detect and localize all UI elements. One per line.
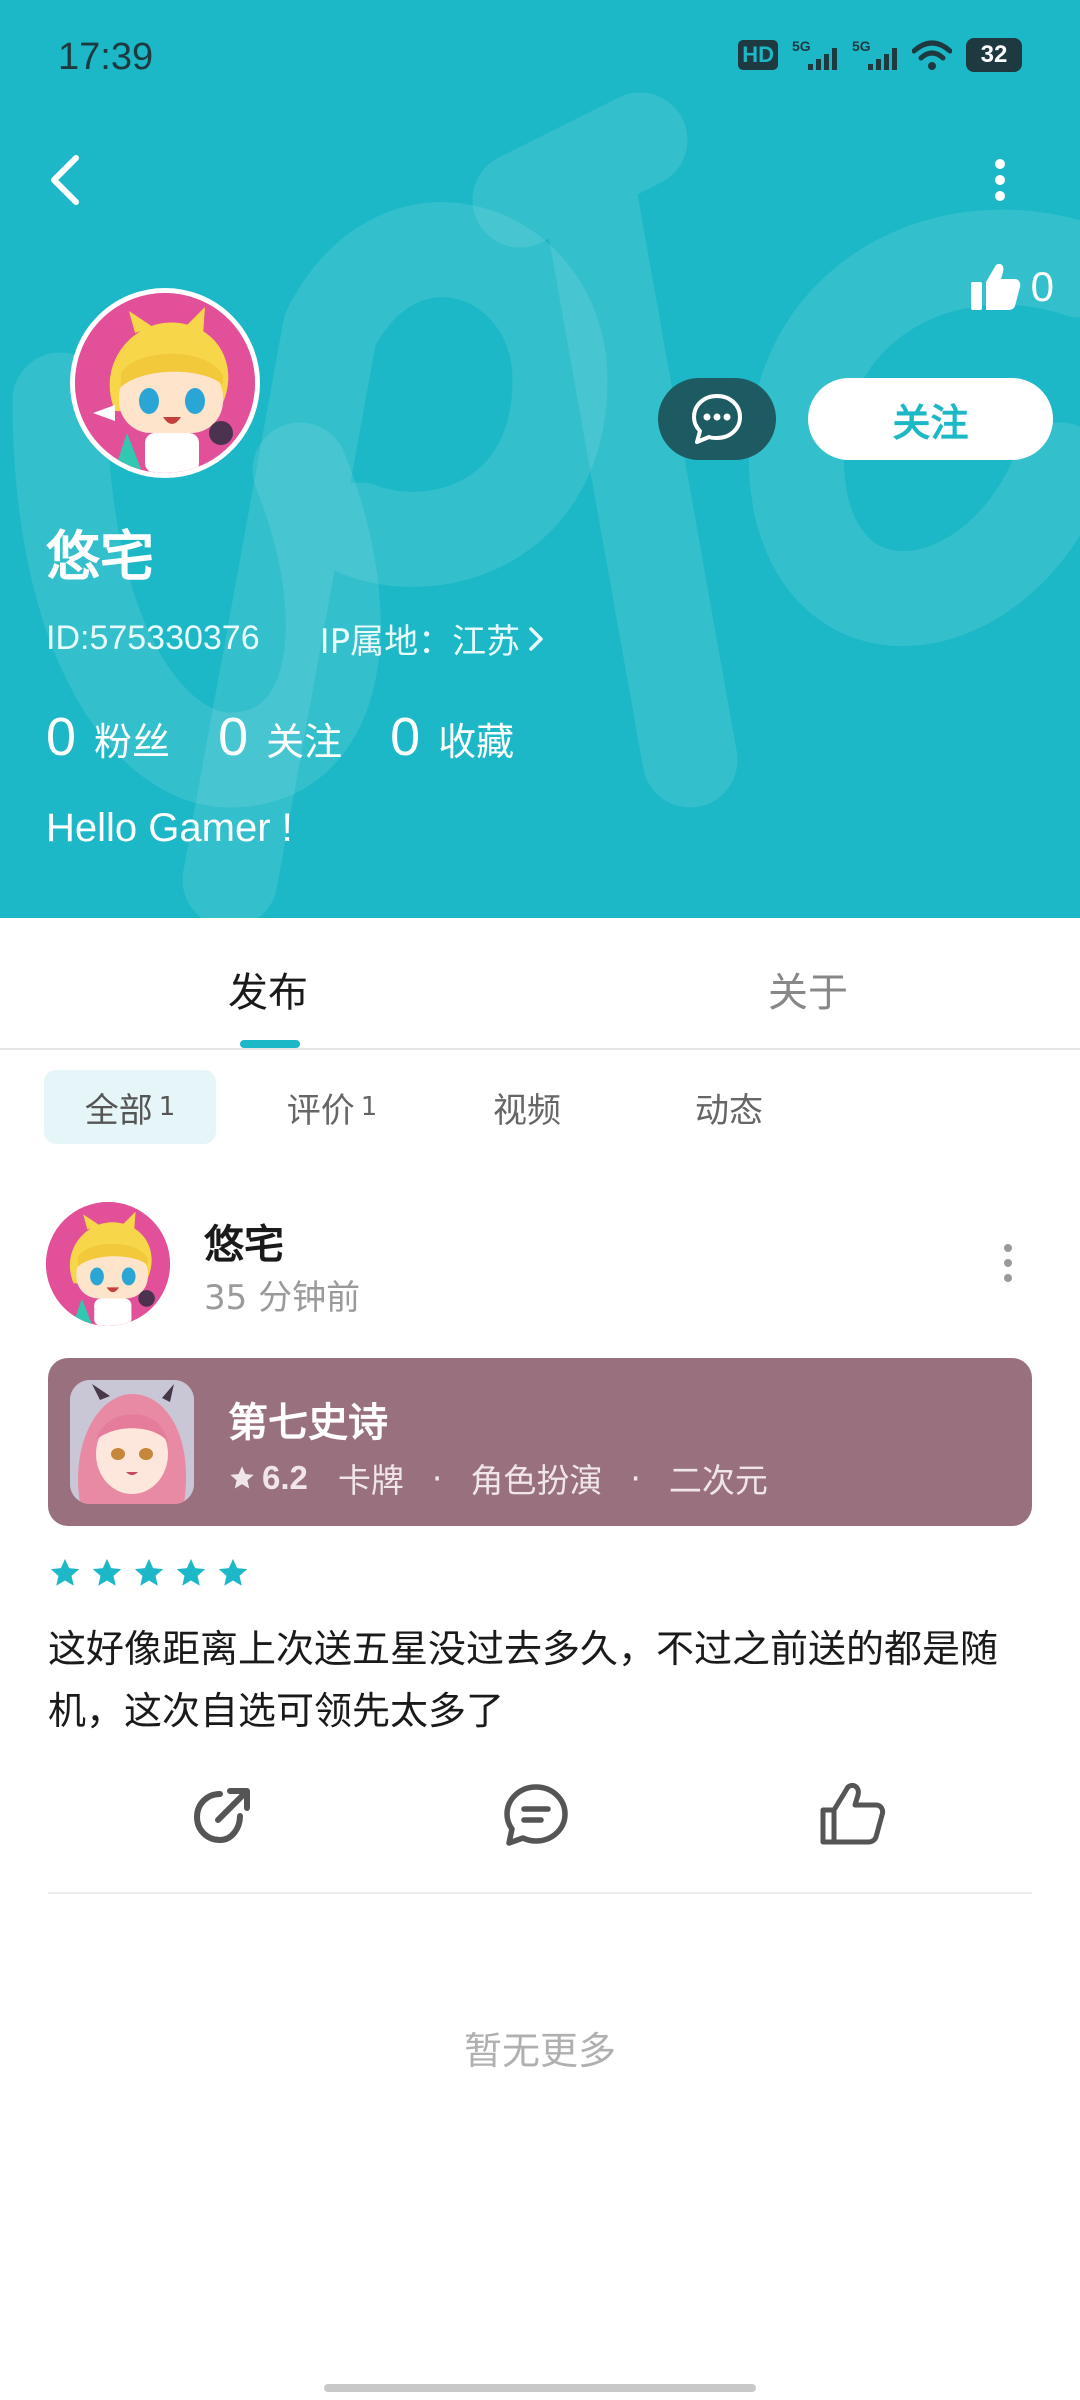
- star-icon: [176, 1558, 206, 1586]
- status-icons: HD 5G 5G 32: [738, 38, 1022, 72]
- ip-location-link[interactable]: IP属地：江苏: [320, 614, 545, 663]
- like-button[interactable]: [818, 1780, 888, 1850]
- status-time: 17:39: [58, 36, 154, 78]
- share-icon: [193, 1788, 250, 1844]
- filter-videos-label: 视频: [493, 1090, 561, 1131]
- chevron-right-icon: [529, 626, 543, 651]
- game-card[interactable]: 第七史诗 6.2 卡牌 · 角色扮演 · 二次元: [48, 1358, 1032, 1526]
- profile-header: 17:39 HD 5G 5G 32 0 关注 悠宅 ID:575330376 I…: [0, 0, 1080, 918]
- signal-5g-icon-2: 5G: [852, 38, 897, 70]
- profile-tabs: 发布 关于: [0, 918, 1080, 1050]
- filter-moments[interactable]: 动态: [674, 1070, 784, 1144]
- home-indicator[interactable]: [324, 2384, 756, 2392]
- profile-avatar[interactable]: [70, 288, 260, 478]
- stat-following-count: 0: [218, 707, 249, 767]
- stat-fans-count: 0: [46, 707, 77, 767]
- filter-all-count: 1: [158, 1092, 176, 1122]
- filter-reviews-label: 评价: [286, 1090, 355, 1131]
- avatar-image: [46, 1202, 170, 1326]
- game-meta: 6.2 卡牌 · 角色扮演 · 二次元: [228, 1454, 768, 1502]
- comment-icon: [504, 1784, 568, 1846]
- game-rating: 6.2: [262, 1459, 308, 1496]
- separator-dot: ·: [630, 1458, 641, 1498]
- star-icon: [92, 1558, 122, 1586]
- svg-text:5G: 5G: [852, 38, 871, 54]
- stat-fans-label: 粉丝: [94, 720, 171, 764]
- star-icon: [134, 1558, 164, 1586]
- ip-location-text: IP属地：江苏: [319, 622, 521, 662]
- more-vertical-icon: [1004, 1244, 1012, 1282]
- game-icon-image: [70, 1380, 194, 1504]
- chat-bubble-icon: [692, 394, 742, 444]
- stat-following-label: 关注: [266, 720, 343, 764]
- game-icon: [70, 1380, 194, 1504]
- review-star-rating: [48, 1556, 250, 1590]
- profile-meta: ID:575330376 IP属地：江苏: [46, 614, 544, 663]
- battery-indicator: 32: [966, 38, 1022, 72]
- stat-favorites-count: 0: [390, 707, 421, 767]
- post-divider: [48, 1892, 1032, 1894]
- filter-all-label: 全部: [84, 1090, 153, 1131]
- message-button[interactable]: [658, 378, 776, 460]
- more-vertical-icon: [995, 159, 1005, 201]
- stat-favorites[interactable]: 0 收藏: [390, 706, 514, 768]
- signal-5g-icon: 5G: [792, 38, 837, 70]
- post-content[interactable]: 这好像距离上次送五星没过去多久，不过之前送的都是随机，这次自选可领先太多了: [48, 1618, 1038, 1742]
- share-button[interactable]: [188, 1780, 258, 1850]
- star-icon: [230, 1466, 254, 1489]
- stat-fans[interactable]: 0 粉丝: [46, 706, 170, 768]
- back-button[interactable]: [42, 150, 92, 210]
- game-tag: 角色扮演: [470, 1461, 603, 1500]
- post-author-name[interactable]: 悠宅: [204, 1212, 284, 1270]
- svg-text:5G: 5G: [792, 38, 811, 54]
- star-icon: [50, 1558, 80, 1586]
- back-arrow-icon: [51, 155, 79, 205]
- filter-moments-label: 动态: [695, 1090, 763, 1131]
- post-more-button[interactable]: [990, 1240, 1026, 1286]
- tab-about[interactable]: 关于: [768, 960, 848, 1018]
- more-options-button[interactable]: [978, 150, 1022, 210]
- user-id: ID:575330376: [46, 619, 260, 657]
- no-more-indicator: 暂无更多: [463, 2029, 616, 2073]
- game-tag: 卡牌: [337, 1461, 404, 1500]
- hd-icon: HD: [738, 40, 778, 70]
- thumbs-up-icon: [820, 1782, 886, 1845]
- filter-reviews[interactable]: 评价 1: [272, 1070, 392, 1144]
- game-tag: 二次元: [668, 1461, 768, 1500]
- profile-username: 悠宅: [46, 525, 154, 588]
- separator-dot: ·: [431, 1458, 443, 1498]
- filter-all[interactable]: 全部 1: [44, 1070, 216, 1144]
- game-title: 第七史诗: [228, 1400, 388, 1446]
- star-icon: [218, 1558, 248, 1586]
- active-tab-indicator: [240, 1040, 300, 1048]
- post-filters: 全部 1 评价 1 视频 动态: [0, 1070, 1080, 1144]
- profile-stats: 0 粉丝 0 关注 0 收藏: [46, 706, 562, 768]
- comment-button[interactable]: [501, 1780, 571, 1850]
- follow-button[interactable]: 关注: [808, 378, 1053, 460]
- filter-reviews-count: 1: [360, 1092, 378, 1122]
- avatar-image: [75, 293, 255, 473]
- status-bar: 17:39 HD 5G 5G 32: [0, 0, 1080, 118]
- post-author-avatar[interactable]: [46, 1202, 170, 1326]
- stat-favorites-label: 收藏: [438, 720, 515, 764]
- likes-count: 0: [1030, 263, 1054, 310]
- profile-likes[interactable]: 0: [969, 262, 1054, 312]
- profile-bio: Hello Gamer !: [46, 806, 293, 850]
- filter-videos[interactable]: 视频: [472, 1070, 582, 1144]
- stat-following[interactable]: 0 关注: [218, 706, 342, 768]
- wifi-icon: [912, 40, 952, 70]
- thumbs-up-icon: [970, 263, 1020, 310]
- post-timestamp: 35 分钟前: [204, 1278, 361, 1318]
- tab-posts[interactable]: 发布: [228, 960, 308, 1018]
